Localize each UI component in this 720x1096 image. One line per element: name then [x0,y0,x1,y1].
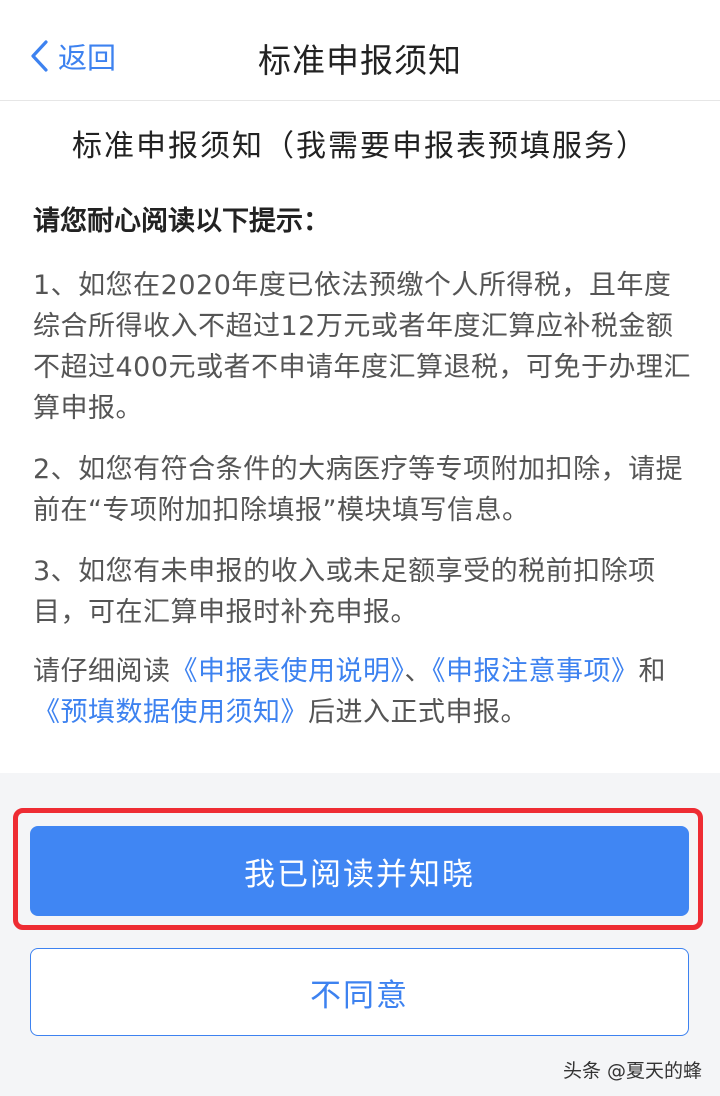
agree-button[interactable]: 我已阅读并知晓 [30,826,689,916]
disagree-button[interactable]: 不同意 [30,948,689,1036]
notice-content: 标准申报须知（我需要申报表预填服务） 请您耐心阅读以下提示： 1、如您在2020… [0,101,720,773]
nav-bar: 返回 标准申报须知 [0,0,720,101]
link-prefill-notice[interactable]: 《预填数据使用须知》 [33,697,308,728]
notice-intro: 请您耐心阅读以下提示： [33,206,330,237]
link-filing-notes[interactable]: 《申报注意事项》 [432,656,639,687]
watermark: 头条 @夏天的蜂 [562,1060,702,1082]
notice-item-2: 2、如您有符合条件的大病医疗等专项附加扣除，请提前在“专项附加扣除填报”模块填写… [33,454,684,526]
closing-prefix: 请仔细阅读 [33,656,171,687]
closing-and: 和 [638,656,666,687]
closing-suffix: 后进入正式申报。 [308,697,528,728]
notice-title: 标准申报须知（我需要申报表预填服务） [72,129,648,164]
notice-item-3: 3、如您有未申报的收入或未足额享受的税前扣除项目，可在汇算申报时补充申报。 [33,556,656,628]
notice-item-1: 1、如您在2020年度已依法预缴个人所得税，且年度综合所得收入不超过12万元或者… [33,270,692,424]
closing-separator: 、 [404,656,432,687]
link-usage-guide[interactable]: 《申报表使用说明》 [171,656,405,687]
notice-closing: 请仔细阅读《申报表使用说明》、《申报注意事项》和《预填数据使用须知》后进入正式申… [33,651,693,733]
page-title: 标准申报须知 [258,41,462,80]
